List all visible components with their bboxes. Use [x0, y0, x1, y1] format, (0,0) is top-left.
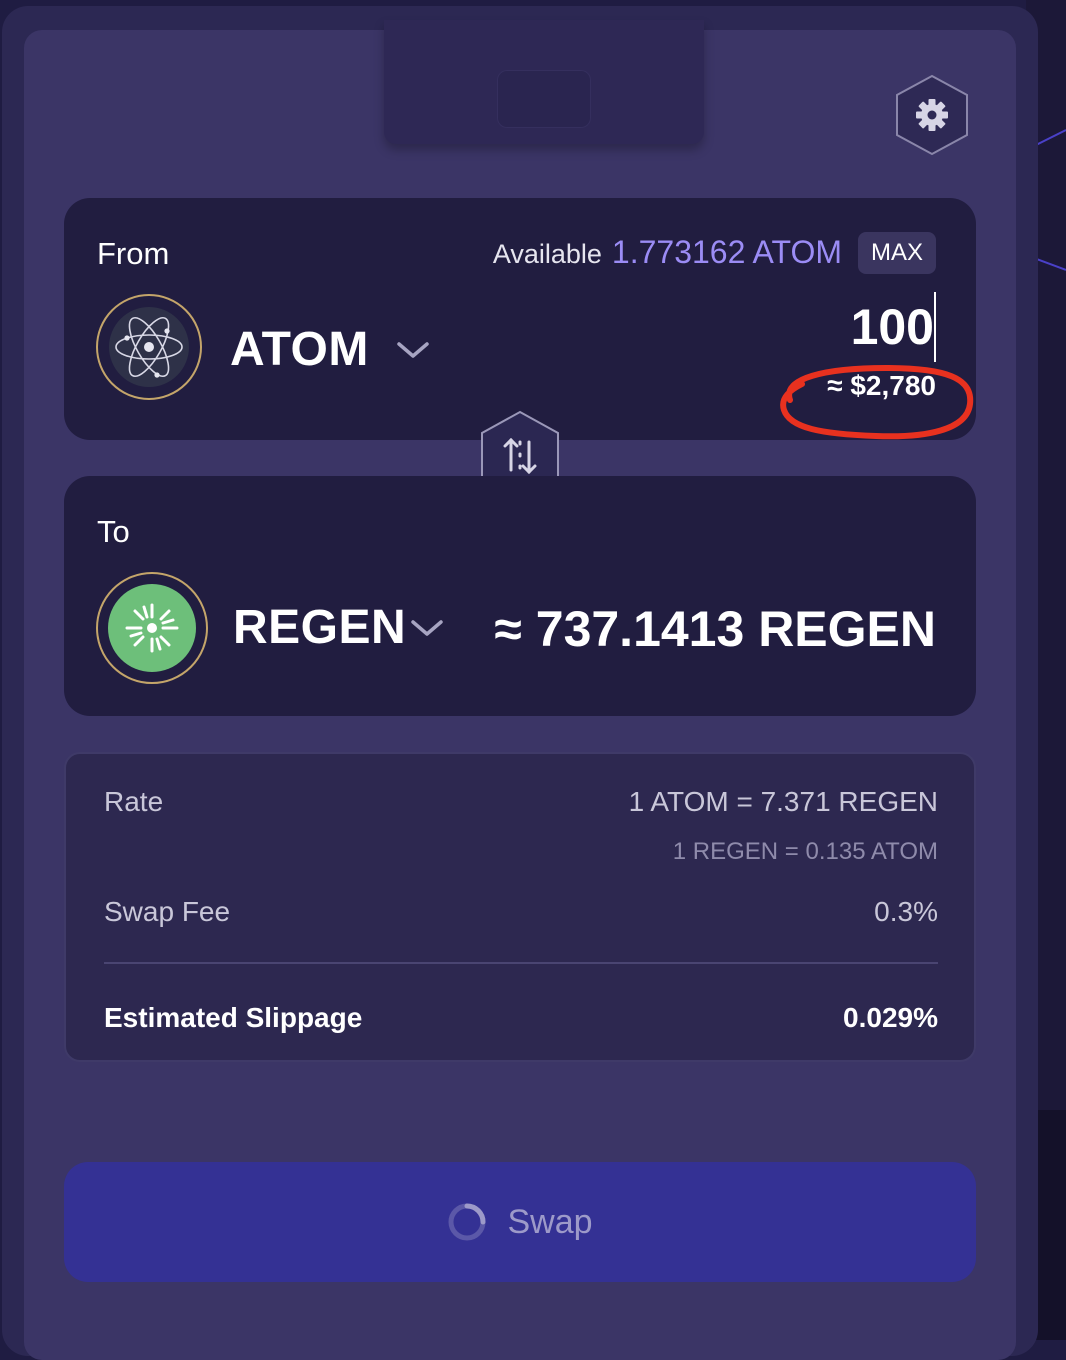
regen-icon — [108, 584, 196, 672]
available-balance: Available 1.773162 ATOM — [493, 234, 842, 271]
max-button[interactable]: MAX — [858, 232, 936, 274]
swap-details: Rate 1 ATOM = 7.371 REGEN 1 REGEN = 0.13… — [64, 752, 976, 1062]
from-token-name[interactable]: ATOM — [230, 322, 369, 377]
available-value: 1.773162 ATOM — [611, 234, 842, 270]
atom-token-logo[interactable] — [96, 294, 202, 400]
swap-button-label: Swap — [507, 1202, 593, 1241]
available-label: Available — [492, 239, 602, 269]
panel-top-tab — [384, 20, 704, 144]
settings-button[interactable] — [894, 74, 970, 156]
chevron-down-icon[interactable] — [410, 618, 444, 638]
to-card: To REGEN ≈ 737.1413 REGEN — [64, 476, 976, 716]
to-token-name[interactable]: REGEN — [233, 600, 406, 655]
from-usd-value: ≈ $2,780 — [827, 370, 936, 401]
rate-label: Rate — [104, 786, 164, 817]
panel-top-tab-handle — [497, 70, 591, 128]
to-amount: ≈ 737.1413 REGEN — [494, 601, 936, 657]
loading-spinner-icon — [448, 1203, 486, 1241]
swap-button[interactable]: Swap — [64, 1162, 976, 1282]
from-label: From — [97, 236, 170, 271]
details-divider — [104, 962, 938, 964]
atom-icon — [109, 307, 189, 387]
swap-fee-label: Swap Fee — [104, 896, 231, 927]
slippage-value: 0.029% — [843, 1002, 938, 1033]
gear-icon — [916, 99, 948, 131]
regen-token-logo[interactable] — [96, 572, 208, 684]
rate-value: 1 ATOM = 7.371 REGEN — [628, 786, 938, 817]
from-amount-input[interactable] — [634, 292, 936, 362]
from-card: From Available 1.773162 ATOM MAX ATOM ≈ $… — [64, 198, 976, 440]
swap-fee-value: 0.3% — [874, 896, 938, 927]
to-label: To — [97, 514, 130, 549]
slippage-label: Estimated Slippage — [104, 1002, 363, 1033]
swap-arrows-icon — [503, 437, 537, 475]
chevron-down-icon[interactable] — [396, 340, 430, 360]
rate-inverse-value: 1 REGEN = 0.135 ATOM — [672, 838, 938, 865]
